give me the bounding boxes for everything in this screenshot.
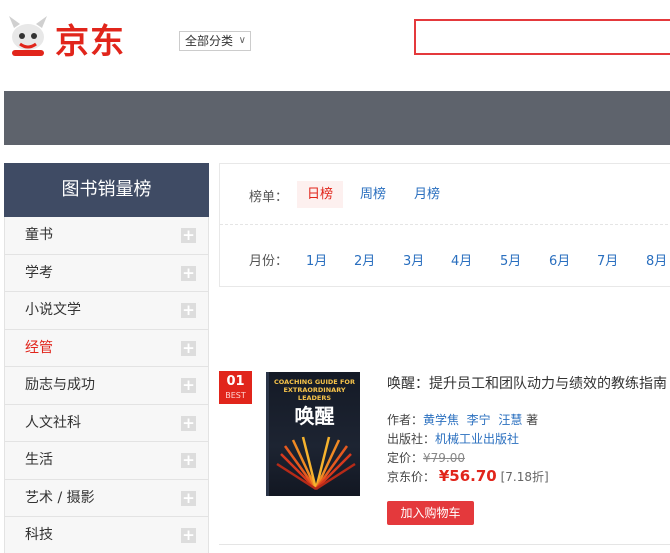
plus-icon[interactable]: + — [181, 490, 196, 506]
month-link[interactable]: 2月 — [354, 250, 375, 269]
sidebar-item-children[interactable]: 童书 + — [4, 217, 209, 255]
product-title[interactable]: 唤醒：提升员工和团队动力与绩效的教练指南 — [387, 373, 667, 393]
cover-wings-graphic — [276, 436, 356, 491]
jd-mascot-icon — [9, 16, 47, 56]
search-input[interactable] — [414, 19, 670, 55]
sidebar-item-tech[interactable]: 科技 + — [4, 517, 209, 553]
month-row: 月份： 1月 2月 3月 4月 5月 6月 7月 8月 — [220, 226, 670, 287]
sidebar-item-exam[interactable]: 学考 + — [4, 254, 209, 292]
add-to-cart-button[interactable]: 加入购物车 — [387, 501, 474, 525]
tab-monthly[interactable]: 月榜 — [404, 181, 450, 208]
publisher-line: 出版社：机械工业出版社 — [387, 430, 519, 447]
author-link[interactable]: 汪慧 — [498, 413, 522, 427]
plus-icon[interactable]: + — [181, 303, 196, 318]
author-line: 作者：黄学焦 李宁 汪慧 著 — [387, 411, 538, 428]
plus-icon[interactable]: + — [181, 340, 196, 356]
list-type-row: 榜单： 日榜 周榜 月榜 — [220, 164, 670, 225]
divider — [219, 544, 670, 545]
sidebar-item-humanities[interactable]: 人文社科 + — [4, 404, 209, 442]
month-link[interactable]: 3月 — [403, 250, 424, 269]
logo-text: 京东 — [55, 22, 125, 62]
month-link[interactable]: 8月 — [646, 250, 667, 269]
rank-badge: 01 BEST — [219, 371, 252, 404]
plus-icon[interactable]: + — [181, 453, 196, 468]
publisher-label: 出版社： — [387, 432, 436, 446]
author-suffix: 著 — [526, 413, 539, 427]
month-link[interactable]: 7月 — [597, 250, 618, 269]
sidebar-item-label: 学考 — [25, 264, 53, 281]
sidebar-item-label: 经管 — [25, 339, 53, 356]
chevron-down-icon: ∨ — [238, 35, 246, 46]
month-link[interactable]: 5月 — [500, 250, 521, 269]
list-price: ¥79.00 — [423, 451, 466, 465]
tab-daily[interactable]: 日榜 — [297, 181, 344, 208]
sidebar-item-label: 人文社科 — [25, 414, 81, 431]
author-link[interactable]: 李宁 — [467, 413, 491, 427]
jd-price-line: 京东价： ¥56.70 [7.18折] — [387, 467, 549, 485]
ranking-filter: 榜单： 日榜 周榜 月榜 月份： 1月 2月 3月 4月 5月 6月 7月 8月 — [219, 163, 670, 287]
list-price-line: 定价：¥79.00 — [387, 449, 465, 466]
month-label: 月份： — [249, 254, 289, 269]
book-cover-image[interactable]: COACHING GUIDE FOR EXTRAORDINARY LEADERS… — [266, 372, 360, 496]
jd-price: ¥56.70 — [438, 467, 497, 485]
rank-tag: BEST — [225, 391, 246, 400]
cover-english-title: COACHING GUIDE FOR EXTRAORDINARY LEADERS — [274, 378, 355, 402]
category-sidebar: 图书销量榜 童书 + 学考 + 小说文学 + 经管 + 励志与成功 + 人文社科 + 生活 +… — [4, 163, 209, 553]
tab-weekly[interactable]: 周榜 — [350, 181, 396, 208]
jd-logo[interactable]: 京东 — [0, 4, 135, 64]
rank-number: 01 — [226, 374, 245, 389]
discount-badge: [7.18折] — [500, 470, 549, 484]
month-link[interactable]: 6月 — [549, 250, 570, 269]
category-select[interactable]: 全部分类 ∨ — [179, 31, 251, 51]
plus-icon[interactable]: + — [181, 228, 196, 243]
banner — [4, 91, 670, 145]
sidebar-item-label: 艺术 / 摄影 — [25, 489, 95, 506]
author-link[interactable]: 黄学焦 — [423, 413, 459, 427]
sidebar-item-art[interactable]: 艺术 / 摄影 + — [4, 479, 209, 517]
author-label: 作者： — [387, 413, 424, 427]
jd-price-label: 京东价： — [387, 470, 436, 484]
sidebar-item-label: 童书 — [25, 227, 53, 243]
list-type-label: 榜单： — [249, 190, 289, 205]
month-link[interactable]: 1月 — [306, 250, 327, 269]
plus-icon[interactable]: + — [181, 415, 196, 431]
sidebar-item-fiction[interactable]: 小说文学 + — [4, 292, 209, 330]
sidebar-item-self-help[interactable]: 励志与成功 + — [4, 367, 209, 405]
sidebar-item-label: 小说文学 — [25, 302, 81, 318]
publisher-link[interactable]: 机械工业出版社 — [435, 432, 519, 446]
month-link[interactable]: 4月 — [451, 250, 472, 269]
sidebar-item-business[interactable]: 经管 + — [4, 329, 209, 367]
sidebar-item-label: 励志与成功 — [25, 377, 95, 393]
list-price-label: 定价： — [387, 451, 424, 465]
cover-chinese-title: 唤醒 — [294, 404, 335, 428]
sidebar-item-label: 生活 — [25, 452, 53, 468]
plus-icon[interactable]: + — [181, 528, 196, 543]
plus-icon[interactable]: + — [181, 265, 196, 281]
sidebar-title: 图书销量榜 — [4, 163, 209, 217]
sidebar-item-label: 科技 — [25, 527, 53, 543]
category-select-label: 全部分类 — [185, 34, 234, 48]
sidebar-item-life[interactable]: 生活 + — [4, 442, 209, 480]
plus-icon[interactable]: + — [181, 378, 196, 393]
